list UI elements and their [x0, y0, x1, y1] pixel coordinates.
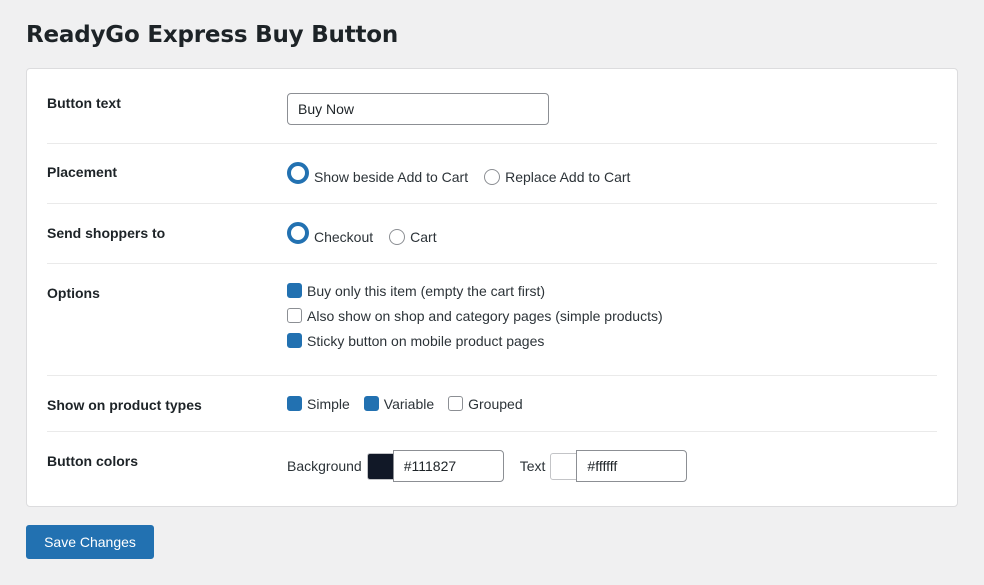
text-color-input[interactable] [576, 450, 688, 482]
radio-selected[interactable] [287, 162, 309, 184]
destination-option-checkout[interactable]: Checkout [287, 222, 374, 245]
destination-option-checkout-label: Checkout [314, 229, 374, 245]
text-color-label: Text [519, 458, 546, 474]
text-color-picker: Text [520, 450, 688, 482]
options-label: Options [47, 285, 100, 301]
placement-option-replace[interactable]: Replace Add to Cart [484, 169, 630, 185]
button-text-input[interactable] [287, 93, 549, 125]
checkbox-checked[interactable] [287, 333, 302, 348]
checkbox-unchecked[interactable] [448, 396, 464, 411]
background-color-input[interactable] [392, 450, 504, 482]
row-button-text: Button text [47, 69, 937, 144]
row-button-colors: Button colors Background Text [47, 432, 937, 502]
row-placement: Placement Show beside Add to Cart Replac… [47, 144, 937, 204]
product-type-variable[interactable]: Variable [363, 391, 435, 416]
background-color-picker: Background [287, 450, 504, 482]
option-sticky-mobile-label: Sticky button on mobile product pages [307, 332, 545, 349]
option-show-on-shop-label: Also show on shop and category pages (si… [307, 307, 663, 324]
background-color-swatch[interactable] [366, 452, 394, 480]
row-destination: Send shoppers to Checkout Cart [47, 204, 937, 264]
button-colors-label: Button colors [47, 453, 138, 469]
option-show-on-shop-pages[interactable]: Also show on shop and category pages (si… [287, 303, 663, 328]
option-sticky-mobile[interactable]: Sticky button on mobile product pages [287, 328, 663, 353]
product-type-simple[interactable]: Simple [287, 391, 350, 416]
product-type-variable-label: Variable [383, 395, 435, 412]
checkbox-checked[interactable] [287, 396, 302, 411]
option-buy-only-this-item[interactable]: Buy only this item (empty the cart first… [287, 278, 663, 303]
radio-selected[interactable] [287, 222, 309, 244]
row-product-types: Show on product types Simple Variable Gr… [47, 376, 937, 432]
background-color-label: Background [287, 458, 362, 474]
placement-label: Placement [47, 164, 118, 180]
save-changes-button[interactable]: Save Changes [26, 525, 154, 559]
checkbox-unchecked[interactable] [287, 308, 302, 323]
row-options: Options Buy only this item (empty the ca… [47, 264, 937, 376]
placement-option-replace-label: Replace Add to Cart [505, 169, 631, 185]
option-buy-only-label: Buy only this item (empty the cart first… [307, 282, 546, 299]
page-title: ReadyGo Express Buy Button [26, 22, 399, 48]
destination-option-cart[interactable]: Cart [389, 229, 437, 245]
checkbox-checked[interactable] [287, 283, 302, 298]
text-color-swatch[interactable] [550, 452, 578, 480]
placement-option-beside-label: Show beside Add to Cart [314, 169, 469, 185]
product-types-label: Show on product types [47, 397, 202, 413]
button-text-label: Button text [47, 95, 121, 111]
destination-option-cart-label: Cart [410, 229, 437, 245]
product-type-simple-label: Simple [307, 395, 350, 412]
settings-panel: Button text Placement Show beside Add to… [26, 68, 958, 507]
radio-unselected[interactable] [389, 229, 406, 245]
product-type-grouped[interactable]: Grouped [448, 391, 523, 416]
destination-label: Send shoppers to [47, 225, 166, 241]
checkbox-checked[interactable] [363, 396, 379, 411]
placement-option-beside[interactable]: Show beside Add to Cart [287, 162, 469, 185]
radio-unselected[interactable] [484, 169, 501, 185]
product-type-grouped-label: Grouped [468, 395, 523, 412]
